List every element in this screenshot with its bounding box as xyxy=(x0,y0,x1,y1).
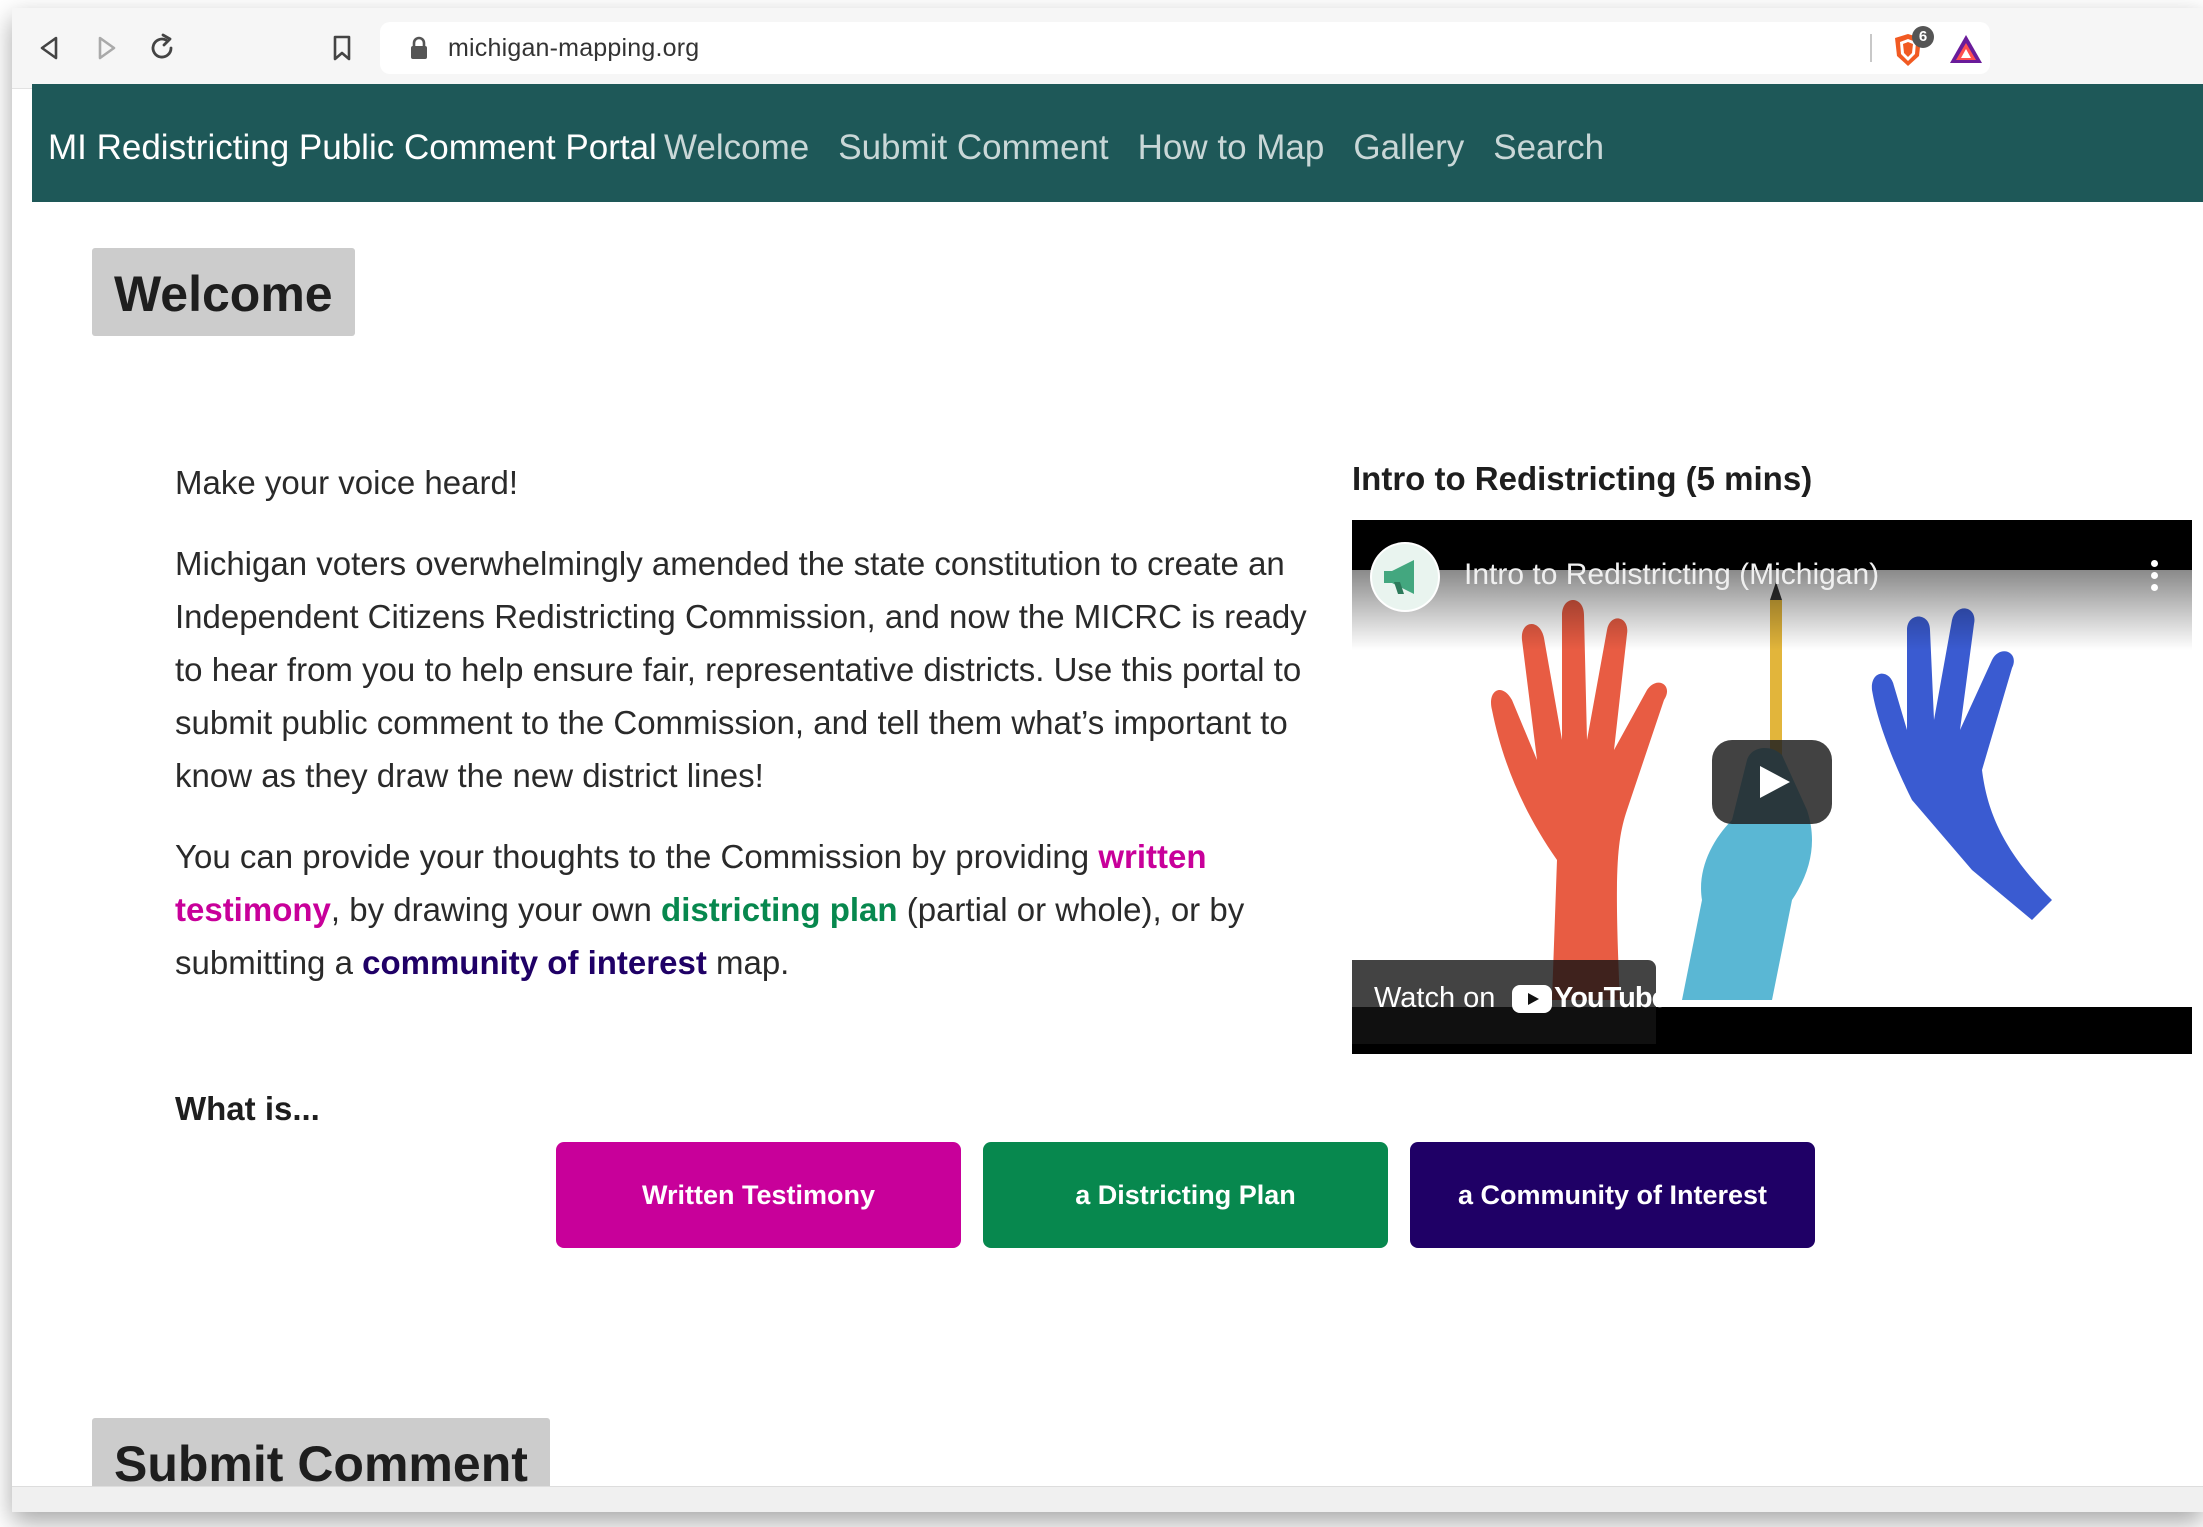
welcome-heading: Welcome xyxy=(92,248,355,336)
video-topbar: Intro to Redistricting (Michigan) xyxy=(1352,520,2192,650)
more-options-icon[interactable] xyxy=(2148,560,2160,594)
community-of-interest-button[interactable]: a Community of Interest xyxy=(1410,1142,1815,1248)
video-section-title: Intro to Redistricting (5 mins) xyxy=(1352,460,1813,497)
nav-submit-comment[interactable]: Submit Comment xyxy=(838,84,1108,202)
youtube-wordmark: YouTube xyxy=(1554,982,1668,1014)
site-navbar: MI Redistricting Public Comment Portal W… xyxy=(32,84,2203,202)
url-text: michigan-mapping.org xyxy=(448,34,700,62)
districting-plan-link[interactable]: districting plan xyxy=(661,891,898,928)
written-testimony-button[interactable]: Written Testimony xyxy=(556,1142,961,1248)
address-bar[interactable]: michigan-mapping.org 6 xyxy=(380,22,1990,74)
districting-plan-button[interactable]: a Districting Plan xyxy=(983,1142,1388,1248)
site-brand[interactable]: MI Redistricting Public Comment Portal xyxy=(48,84,657,202)
megaphone-icon[interactable] xyxy=(1370,542,1440,612)
community-of-interest-link[interactable]: community of interest xyxy=(362,944,707,981)
browser-window: michigan-mapping.org 6 MI Redistricting … xyxy=(12,8,2203,1512)
play-button[interactable] xyxy=(1712,740,1832,824)
brave-rewards-icon[interactable] xyxy=(1948,32,1984,66)
body-text: Michigan voters overwhelmingly amended t… xyxy=(175,545,1307,794)
window-bottom-edge xyxy=(12,1486,2203,1512)
lock-icon xyxy=(408,36,430,60)
shield-count-badge: 6 xyxy=(1912,26,1934,48)
bookmark-icon[interactable] xyxy=(324,30,360,66)
browser-toolbar: michigan-mapping.org 6 xyxy=(12,8,2203,89)
youtube-play-icon xyxy=(1512,984,1552,1014)
nav-how-to-map[interactable]: How to Map xyxy=(1138,84,1325,202)
nav-welcome[interactable]: Welcome xyxy=(664,84,809,202)
provide-text-part1: You can provide your thoughts to the Com… xyxy=(175,838,1099,875)
forward-icon[interactable] xyxy=(88,30,124,66)
watch-on-youtube[interactable]: Watch on YouTube xyxy=(1352,960,1668,1044)
nav-gallery[interactable]: Gallery xyxy=(1353,84,1464,202)
provide-text-part4: map. xyxy=(706,944,790,981)
provide-text: You can provide your thoughts to the Com… xyxy=(175,830,1325,989)
intro-text: Make your voice heard! xyxy=(175,464,519,501)
reload-icon[interactable] xyxy=(144,30,180,66)
back-icon[interactable] xyxy=(32,30,68,66)
welcome-text: Make your voice heard! Michigan voters o… xyxy=(175,456,1325,1017)
provide-text-part2: , by drawing your own xyxy=(330,891,662,928)
nav-links: Welcome Submit Comment How to Map Galler… xyxy=(664,84,1633,202)
video-title[interactable]: Intro to Redistricting (Michigan) xyxy=(1464,558,1879,592)
nav-search[interactable]: Search xyxy=(1493,84,1604,202)
watch-on-label: Watch on xyxy=(1374,982,1496,1014)
youtube-embed[interactable]: Intro to Redistricting (Michigan) Watch … xyxy=(1352,520,2192,1054)
what-is-label: What is... xyxy=(175,1090,320,1127)
address-bar-divider xyxy=(1870,34,1872,62)
